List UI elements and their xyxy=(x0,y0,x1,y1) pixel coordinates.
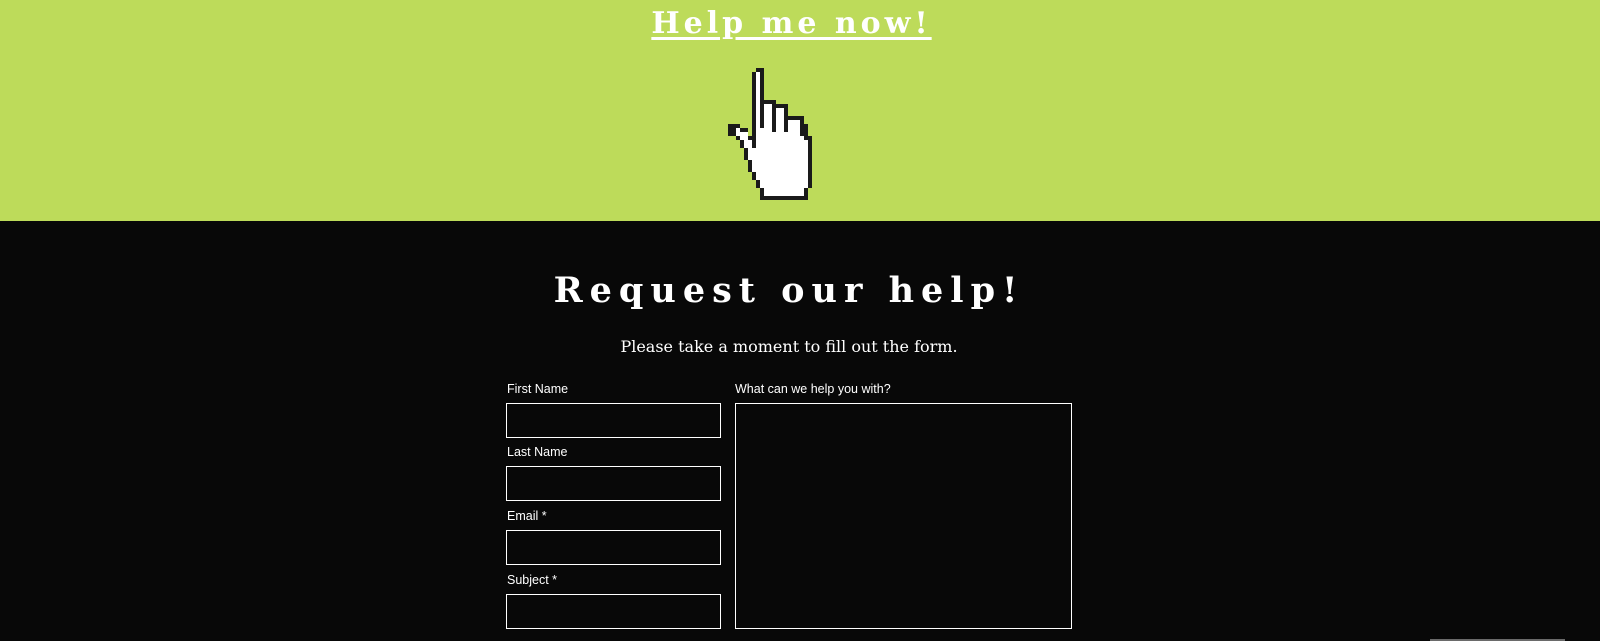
message-label: What can we help you with? xyxy=(735,382,891,396)
last-name-label: Last Name xyxy=(507,445,568,459)
subject-label: Subject * xyxy=(507,573,558,587)
first-name-input[interactable] xyxy=(506,403,721,438)
first-name-label: First Name xyxy=(507,382,569,396)
message-textarea[interactable] xyxy=(735,403,1072,629)
email-input[interactable] xyxy=(506,530,721,565)
subject-input[interactable] xyxy=(506,594,721,629)
top-band: Help me now! xyxy=(0,0,1600,221)
help-me-now-link[interactable]: Help me now! xyxy=(0,6,1583,41)
last-name-input[interactable] xyxy=(506,466,721,501)
form-section-title: Request our help! xyxy=(553,270,1025,311)
hand-pointer-icon xyxy=(728,68,812,200)
page: Help me now! Request our help! Please ta… xyxy=(0,0,1600,641)
email-label: Email * xyxy=(507,509,547,523)
form-section-subtitle: Please take a moment to fill out the for… xyxy=(620,337,958,356)
